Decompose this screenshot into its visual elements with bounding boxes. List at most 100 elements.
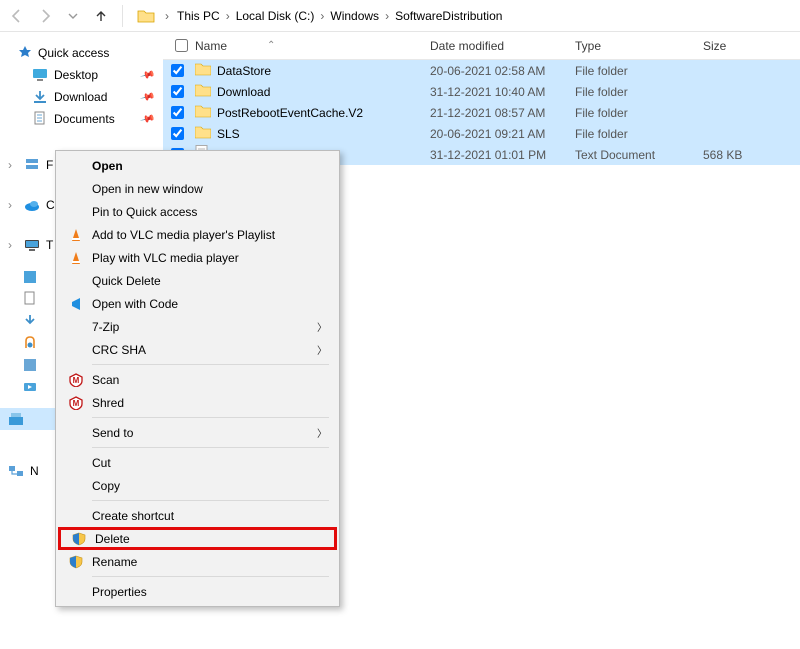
thispc-icon	[24, 237, 40, 253]
row-checkbox[interactable]	[171, 64, 184, 77]
select-all-checkbox[interactable]	[175, 39, 188, 52]
menu-item-cut[interactable]: Cut	[58, 451, 337, 474]
menu-item-shred[interactable]: MShred	[58, 391, 337, 414]
column-size[interactable]: Size	[695, 39, 765, 53]
menu-item-label: Play with VLC media player	[86, 251, 327, 265]
sidebar-item-download[interactable]: Download📌	[0, 86, 163, 108]
column-type[interactable]: Type	[575, 39, 695, 53]
menu-item-create-shortcut[interactable]: Create shortcut	[58, 504, 337, 527]
sidebar-item-label: Desktop	[54, 68, 98, 82]
menu-item-send-to[interactable]: Send to〉	[58, 421, 337, 444]
generic-icon	[22, 379, 38, 395]
menu-item-crc-sha[interactable]: CRC SHA〉	[58, 338, 337, 361]
menu-item-open-with-code[interactable]: Open with Code	[58, 292, 337, 315]
folder-icon	[137, 7, 155, 25]
sidebar-group-label: F	[46, 158, 53, 172]
up-button[interactable]	[88, 3, 114, 29]
menu-item-label: 7-Zip	[86, 320, 317, 334]
chevron-right-icon: ›	[8, 238, 18, 252]
sidebar-item-desktop[interactable]: Desktop📌	[0, 64, 163, 86]
file-date: 31-12-2021 01:01 PM	[430, 148, 575, 162]
menu-item-rename[interactable]: Rename	[58, 550, 337, 573]
menu-item-play-with-vlc-media-player[interactable]: Play with VLC media player	[58, 246, 337, 269]
menu-item-quick-delete[interactable]: Quick Delete	[58, 269, 337, 292]
sidebar-item-documents[interactable]: Documents📌	[0, 108, 163, 130]
row-checkbox[interactable]	[171, 127, 184, 140]
menu-separator	[92, 576, 329, 577]
back-button[interactable]	[4, 3, 30, 29]
quick-access-label: Quick access	[38, 46, 109, 60]
menu-item-label: Open	[86, 159, 327, 173]
file-type: File folder	[575, 127, 695, 141]
menu-item-add-to-vlc-media-player-s-playlist[interactable]: Add to VLC media player's Playlist	[58, 223, 337, 246]
breadcrumb-item[interactable]: Windows	[326, 6, 383, 26]
folder-icon	[195, 83, 211, 100]
table-row[interactable]: SLS20-06-2021 09:21 AMFile folder	[163, 123, 800, 144]
menu-item-label: Send to	[86, 426, 317, 440]
menu-item-scan[interactable]: MScan	[58, 368, 337, 391]
menu-item-open-in-new-window[interactable]: Open in new window	[58, 177, 337, 200]
generic-icon	[22, 313, 38, 329]
column-name[interactable]: Name	[195, 39, 227, 53]
table-row[interactable]: DataStore 20-06-2021 02:58 AMFile folder	[163, 60, 800, 81]
chevron-right-icon: ›	[383, 9, 391, 23]
chevron-right-icon: ›	[224, 9, 232, 23]
column-date[interactable]: Date modified	[430, 39, 575, 53]
menu-item-label: Scan	[86, 373, 327, 387]
chevron-right-icon: ›	[8, 198, 18, 212]
generic-icon	[22, 269, 38, 285]
forward-button[interactable]	[32, 3, 58, 29]
menu-item-open[interactable]: Open	[58, 154, 337, 177]
column-header-row: Name ⌃ Date modified Type Size	[163, 32, 800, 60]
distribution-icon	[8, 411, 24, 427]
menu-item-7-zip[interactable]: 7-Zip〉	[58, 315, 337, 338]
folder-icon	[195, 125, 211, 142]
pin-icon: 📌	[139, 89, 155, 105]
table-row[interactable]: Download31-12-2021 10:40 AMFile folder	[163, 81, 800, 102]
sidebar-group-label: C	[46, 198, 55, 212]
server-icon	[24, 157, 40, 173]
menu-item-label: Pin to Quick access	[86, 205, 327, 219]
context-menu: Open Open in new window Pin to Quick acces…	[55, 150, 340, 607]
download-icon	[32, 89, 48, 105]
shield-icon	[66, 555, 86, 569]
row-checkbox[interactable]	[171, 106, 184, 119]
vscode-icon	[66, 297, 86, 311]
file-name: DataStore	[217, 64, 271, 78]
menu-item-properties[interactable]: Properties	[58, 580, 337, 603]
submenu-arrow-icon: 〉	[317, 425, 327, 440]
menu-item-label: CRC SHA	[86, 343, 317, 357]
file-type: File folder	[575, 64, 695, 78]
folder-icon	[195, 104, 211, 121]
menu-item-delete[interactable]: Delete	[58, 527, 337, 550]
chevron-right-icon: ›	[318, 9, 326, 23]
file-type: File folder	[575, 106, 695, 120]
file-date: 21-12-2021 08:57 AM	[430, 106, 575, 120]
submenu-arrow-icon: 〉	[317, 342, 327, 357]
row-checkbox[interactable]	[171, 85, 184, 98]
table-row[interactable]: PostRebootEventCache.V2 21-12-2021 08:57 …	[163, 102, 800, 123]
generic-icon	[22, 335, 38, 351]
file-name: PostRebootEventCache.V2	[217, 106, 363, 120]
menu-item-pin-to-quick-access[interactable]: Pin to Quick access	[58, 200, 337, 223]
nav-row: › This PC›Local Disk (C:)›Windows›Softwa…	[0, 0, 800, 32]
file-size: 568 KB	[695, 148, 765, 162]
breadcrumb-item[interactable]: This PC	[173, 6, 224, 26]
sidebar-quick-access[interactable]: Quick access	[0, 42, 163, 64]
chevron-right-icon: ›	[163, 9, 171, 23]
menu-item-copy[interactable]: Copy	[58, 474, 337, 497]
breadcrumb-item[interactable]: SoftwareDistribution	[391, 6, 506, 26]
menu-item-label: Quick Delete	[86, 274, 327, 288]
file-date: 20-06-2021 02:58 AM	[430, 64, 575, 78]
menu-item-label: Add to VLC media player's Playlist	[86, 228, 327, 242]
recent-dropdown[interactable]	[60, 3, 86, 29]
sidebar-item-label: Documents	[54, 112, 115, 126]
file-type: File folder	[575, 85, 695, 99]
menu-separator	[92, 417, 329, 418]
breadcrumb-item[interactable]: Local Disk (C:)	[232, 6, 319, 26]
chevron-right-icon: ›	[8, 158, 18, 172]
menu-item-label: Copy	[86, 479, 327, 493]
sort-indicator-icon: ⌃	[267, 40, 275, 51]
menu-item-label: Create shortcut	[86, 509, 327, 523]
menu-item-label: Rename	[86, 555, 327, 569]
